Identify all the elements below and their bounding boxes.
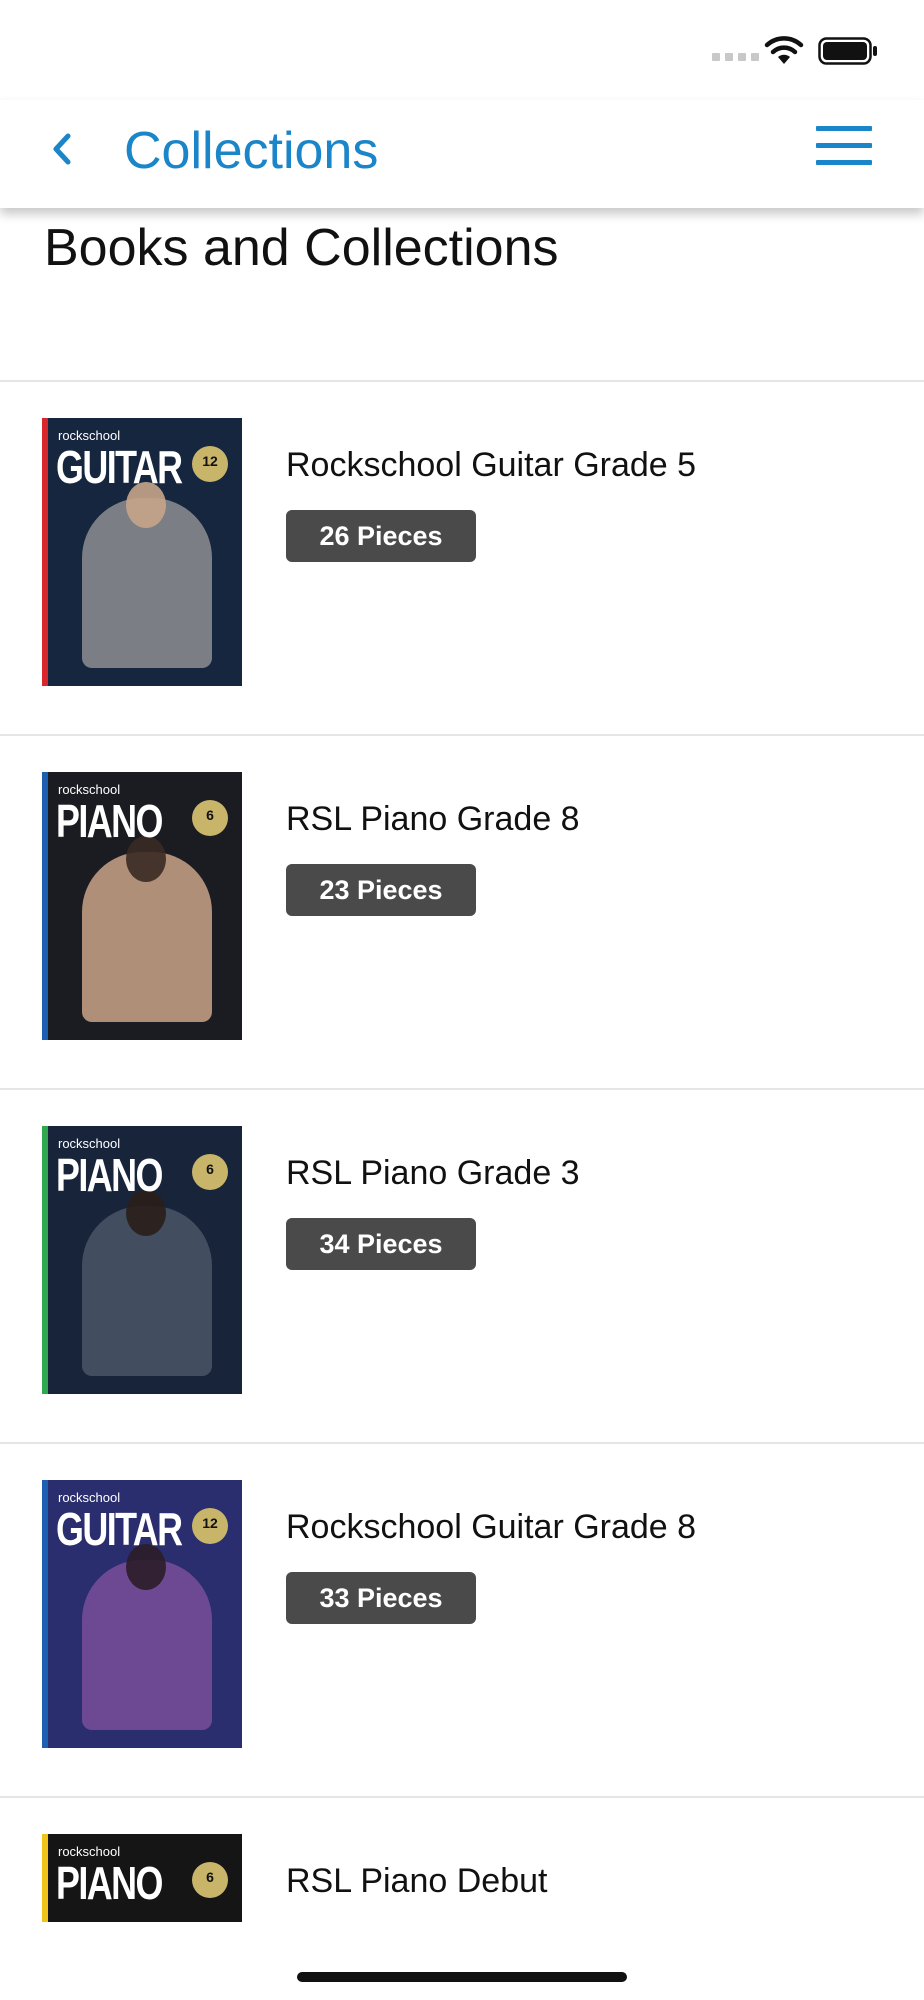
collection-title: RSL Piano Grade 8 [286, 800, 580, 838]
collection-title: Rockschool Guitar Grade 5 [286, 446, 697, 484]
book-cover-image: rockschool PIANO 6 [42, 772, 242, 1040]
book-cover-image: rockschool PIANO 6 [42, 1834, 242, 1922]
book-cover-image: rockschool PIANO 6 [42, 1126, 242, 1394]
book-cover-image: rockschool GUITAR 12 [42, 418, 242, 686]
collection-item-piano-debut[interactable]: rockschool PIANO 6 RSL Piano Debut [0, 1798, 924, 2000]
battery-icon [818, 37, 877, 65]
collection-item-guitar-grade-8[interactable]: rockschool GUITAR 12 Rockschool Guitar G… [0, 1444, 924, 1798]
header-title: Collections [124, 122, 379, 180]
wifi-icon [764, 36, 804, 64]
pieces-count-badge: 26 Pieces [286, 510, 476, 562]
back-chevron-icon[interactable] [44, 124, 80, 174]
pieces-count-badge: 34 Pieces [286, 1218, 476, 1270]
status-bar [0, 0, 924, 100]
page-title: Books and Collections [44, 219, 559, 277]
collection-item-piano-grade-8[interactable]: rockschool PIANO 6 RSL Piano Grade 8 23 … [0, 736, 924, 1090]
cellular-signal-icon [712, 53, 759, 61]
pieces-count-badge: 23 Pieces [286, 864, 476, 916]
collection-item-piano-grade-3[interactable]: rockschool PIANO 6 RSL Piano Grade 3 34 … [0, 1090, 924, 1444]
collection-title: RSL Piano Grade 3 [286, 1154, 580, 1192]
hamburger-menu-icon[interactable] [816, 126, 872, 166]
collection-title: Rockschool Guitar Grade 8 [286, 1508, 697, 1546]
pieces-count-badge: 33 Pieces [286, 1572, 476, 1624]
collection-item-guitar-grade-5[interactable]: rockschool GUITAR 12 Rockschool Guitar G… [0, 382, 924, 736]
book-cover-image: rockschool GUITAR 12 [42, 1480, 242, 1748]
app-header: Collections [0, 100, 924, 208]
collection-title: RSL Piano Debut [286, 1862, 548, 1900]
home-indicator [297, 1972, 627, 1982]
